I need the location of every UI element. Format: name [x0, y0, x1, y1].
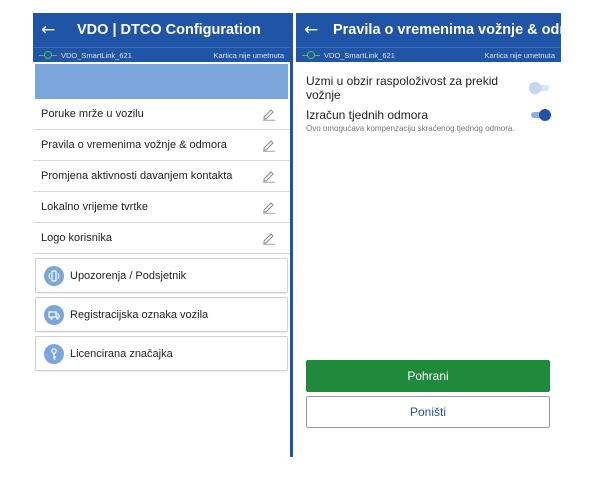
back-arrow-icon[interactable]: ←: [33, 13, 63, 47]
edit-pencil-icon[interactable]: [262, 169, 276, 183]
weekly-rest-toggle[interactable]: [529, 109, 551, 121]
device-name: VDO_SmartLink_621: [324, 50, 395, 60]
key-icon: [44, 343, 64, 364]
card-vehicle-registration[interactable]: Registracijska oznaka vozila: [35, 297, 288, 332]
save-button[interactable]: Pohrani: [306, 360, 550, 392]
app-bar: ← VDO | DTCO Configuration: [33, 13, 290, 47]
app-bar: ← Pravila o vremenima vožnje & odm: [296, 13, 561, 47]
card-status: Kartica nije umetnuta: [484, 50, 555, 60]
bluetooth-connected-icon: [302, 51, 320, 59]
edit-pencil-icon[interactable]: [262, 138, 276, 152]
card-label: Registracijska oznaka vozila: [70, 308, 209, 321]
break-availability-toggle[interactable]: [529, 82, 551, 94]
device-name: VDO_SmartLink_621: [61, 50, 132, 60]
menu-item-label: Logo korisnika: [41, 232, 112, 244]
info-banner: [35, 64, 288, 99]
menu-item-label: Pravila o vremenima vožnje & odmora: [41, 139, 227, 151]
edit-pencil-icon[interactable]: [262, 200, 276, 214]
menu-item-label: Lokalno vrijeme tvrtke: [41, 201, 148, 213]
vibration-phone-icon: [44, 265, 64, 286]
card-label: Licencirana značajka: [70, 347, 173, 360]
edit-pencil-icon[interactable]: [262, 107, 276, 121]
connection-status-bar: VDO_SmartLink_621 Kartica nije umetnuta: [296, 47, 561, 62]
page-title: VDO | DTCO Configuration: [77, 22, 261, 38]
menu-item-user-logo[interactable]: Logo korisnika: [33, 223, 290, 254]
bluetooth-connected-icon: [39, 51, 57, 59]
menu-item-company-local-time[interactable]: Lokalno vrijeme tvrtke: [33, 192, 290, 223]
card-warnings-reminders[interactable]: Upozorenja / Podsjetnik: [35, 258, 288, 293]
page-title: Pravila o vremenima vožnje & odm: [332, 22, 561, 38]
setting-row-weekly-rest: Izračun tjednih odmora: [296, 108, 561, 122]
setting-hint: Ovo omogućava kompenzaciju skraćenog tje…: [306, 124, 515, 133]
configuration-screen: ← VDO | DTCO Configuration VDO_SmartLink…: [33, 13, 293, 457]
menu-item-label: Poruke mrže u vozilu: [41, 108, 144, 120]
back-arrow-icon[interactable]: ←: [296, 13, 325, 47]
card-licensed-feature[interactable]: Licencirana značajka: [35, 336, 288, 371]
connection-status-bar: VDO_SmartLink_621 Kartica nije umetnuta: [33, 47, 290, 62]
setting-label: Izračun tjednih odmora: [306, 108, 429, 122]
card-status: Kartica nije umetnuta: [213, 50, 284, 60]
menu-item-overtime-messages[interactable]: Poruke mrže u vozilu: [33, 99, 290, 130]
cancel-button[interactable]: Poništi: [306, 396, 550, 428]
driving-rest-rules-screen: ← Pravila o vremenima vožnje & odm VDO_S…: [296, 13, 561, 457]
setting-row-break-availability: Uzmi u obzir raspoloživost za prekid vož…: [296, 74, 561, 102]
menu-item-driving-rest-rules[interactable]: Pravila o vremenima vožnje & odmora: [33, 130, 290, 161]
setting-label: Uzmi u obzir raspoloživost za prekid vož…: [306, 74, 499, 102]
edit-pencil-icon[interactable]: [262, 231, 276, 245]
menu-item-label: Promjena aktivnosti davanjem kontakta: [41, 170, 233, 182]
menu-item-activity-change-ignition[interactable]: Promjena aktivnosti davanjem kontakta: [33, 161, 290, 192]
card-label: Upozorenja / Podsjetnik: [70, 269, 187, 282]
truck-icon: [44, 304, 64, 325]
